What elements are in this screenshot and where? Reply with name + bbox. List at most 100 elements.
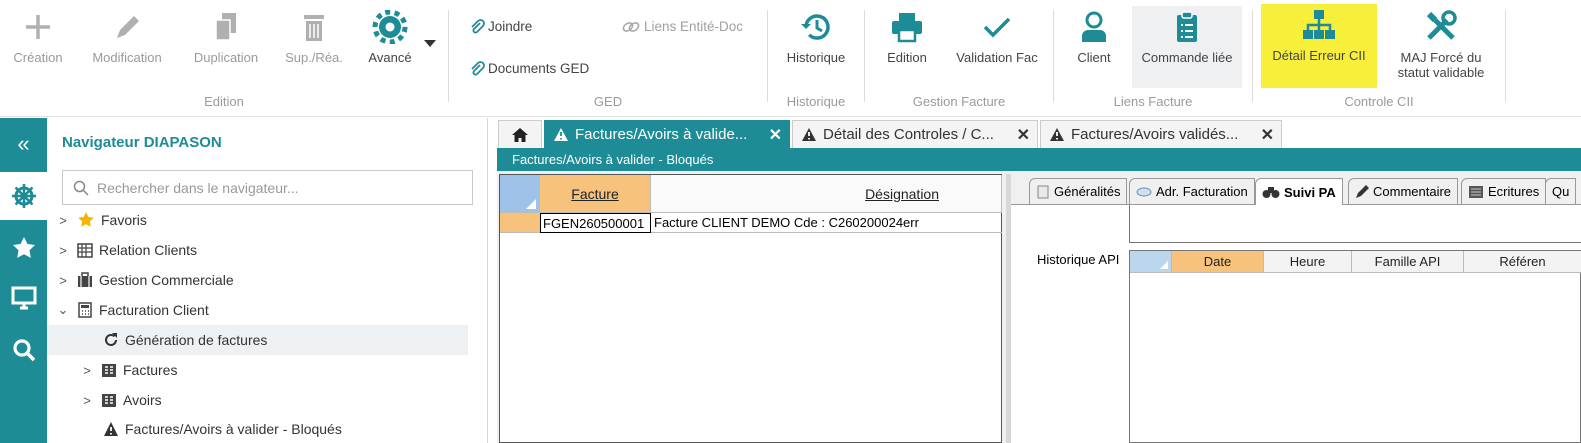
tree-item-generation-factures[interactable]: Génération de factures (103, 326, 267, 354)
tab-adr-facturation[interactable]: Adr. Facturation (1129, 178, 1255, 204)
ged-group-label: GED (593, 94, 623, 109)
pen-icon (1356, 184, 1369, 198)
liens-facture-group: Client Commande liée Liens Facture (1054, 0, 1252, 117)
maj-force-button[interactable]: MAJ Forcé du statut validable (1385, 6, 1497, 86)
chevron-down-icon[interactable] (424, 40, 436, 47)
chevron-right-icon[interactable]: > (55, 273, 71, 288)
client-button[interactable]: Client (1064, 6, 1124, 86)
liens-facture-group-label: Liens Facture (1113, 94, 1193, 109)
home-icon (512, 127, 528, 142)
column-header-famille-api[interactable]: Famille API (1352, 251, 1464, 273)
tree-item-factures[interactable]: > Factures (79, 356, 177, 384)
close-icon[interactable]: ✕ (1261, 125, 1274, 145)
favorites-tab[interactable] (0, 224, 47, 272)
invoice-icon (102, 394, 116, 407)
tab-ecritures[interactable]: Ecritures (1461, 178, 1547, 204)
chevron-right-icon[interactable]: > (79, 363, 95, 378)
detail-textarea[interactable] (1129, 205, 1581, 243)
binoculars-icon (1262, 187, 1280, 198)
printer-icon (892, 13, 922, 43)
controle-cii-group-label: Controle CII (1344, 94, 1414, 109)
page-title: Factures/Avoirs à valider - Bloqués (497, 148, 1581, 171)
detail-pane: Généralités Adr. Facturation Suivi PA Co… (1011, 171, 1581, 443)
tab-commentaire[interactable]: Commentaire (1348, 178, 1459, 204)
tab-factures-valides[interactable]: Factures/Avoirs validés... ✕ (1040, 120, 1282, 148)
history-icon (801, 14, 830, 40)
close-icon[interactable]: ✕ (769, 125, 782, 145)
navigator-title: Navigateur DIAPASON (62, 134, 222, 151)
validation-fac-button[interactable]: Validation Fac (947, 6, 1047, 86)
search-input[interactable]: Rechercher dans le navigateur... (62, 170, 473, 205)
duplicate-icon (215, 13, 236, 41)
edition-print-button[interactable]: Edition (875, 6, 939, 86)
cell-designation[interactable]: Facture CLIENT DEMO Cde : C260200024err (651, 213, 1002, 233)
tree-item-favoris[interactable]: > Favoris (55, 206, 147, 234)
left-icon-bar: « (0, 118, 47, 443)
tree-item-avoirs[interactable]: > Avoirs (79, 386, 161, 414)
column-header-designation[interactable]: Désignation (651, 175, 1002, 213)
gestion-facture-group-label: Gestion Facture (912, 94, 1006, 109)
search-tab[interactable] (0, 326, 47, 374)
grid-corner[interactable] (500, 175, 540, 213)
calculator-icon (78, 302, 92, 318)
warning-icon (554, 128, 568, 141)
controle-cii-group: Détail Erreur CII MAJ Forcé du statut va… (1253, 0, 1505, 117)
detail-tabs: Généralités Adr. Facturation Suivi PA Co… (1011, 171, 1581, 205)
hierarchy-icon (1303, 10, 1335, 39)
tab-generalites[interactable]: Généralités (1029, 178, 1128, 204)
tree-item-factures-bloques[interactable]: Factures/Avoirs à valider - Bloqués (103, 415, 342, 443)
monitor-icon (11, 286, 36, 310)
suppression-button[interactable]: Sup./Réa. (280, 6, 348, 86)
grid-corner[interactable] (1130, 251, 1172, 273)
tab-factures-a-valider[interactable]: Factures/Avoirs à valide... ✕ (544, 120, 790, 148)
tree-item-gestion-commerciale[interactable]: > Gestion Commerciale (55, 266, 233, 294)
avance-button[interactable]: Avancé (360, 6, 420, 86)
search-icon (73, 180, 89, 196)
pencil-icon (117, 16, 139, 38)
ged-group: Joindre Liens Entité-Doc Documents GED G… (449, 0, 767, 117)
screen-tab[interactable] (0, 274, 47, 322)
plus-icon (26, 15, 50, 39)
user-icon (1082, 11, 1106, 42)
chevron-down-icon[interactable]: ⌄ (55, 302, 71, 318)
briefcase-icon (78, 272, 92, 287)
chevron-right-icon[interactable]: > (55, 213, 71, 228)
tools-icon (1426, 10, 1457, 40)
cell-facture[interactable]: FGEN260500001 (540, 213, 651, 233)
creation-button[interactable]: Création (4, 6, 72, 86)
collapse-icon[interactable]: « (0, 120, 47, 168)
tab-suivi-pa[interactable]: Suivi PA (1255, 178, 1343, 205)
commande-liee-button[interactable]: Commande liée (1132, 6, 1242, 88)
document-tabs: Factures/Avoirs à valide... ✕ Détail des… (490, 118, 1581, 148)
historique-group: Historique Historique (768, 0, 864, 117)
joindre-link[interactable]: Joindre (469, 19, 532, 35)
column-header-date[interactable]: Date (1172, 251, 1264, 273)
row-header[interactable] (500, 213, 540, 233)
column-header-heure[interactable]: Heure (1264, 251, 1352, 273)
ribbon-toolbar: Création Modification Duplication Sup./R… (0, 0, 1581, 117)
duplication-button[interactable]: Duplication (184, 6, 268, 86)
select-all-icon (526, 199, 536, 209)
documents-ged-link[interactable]: Documents GED (469, 61, 589, 77)
column-header-facture[interactable]: Facture (540, 175, 651, 213)
tree-item-relation-clients[interactable]: > Relation Clients (55, 236, 197, 264)
modification-button[interactable]: Modification (82, 6, 172, 86)
edition-group-label: Edition (204, 94, 244, 109)
close-icon[interactable]: ✕ (1017, 125, 1030, 145)
select-all-icon (1160, 261, 1168, 269)
paperclip-icon (471, 61, 485, 76)
home-tab[interactable] (498, 120, 542, 148)
chevron-right-icon[interactable]: > (55, 243, 71, 258)
detail-erreur-cii-button[interactable]: Détail Erreur CII (1261, 4, 1377, 88)
tab-detail-controles[interactable]: Détail des Controles / C... ✕ (792, 120, 1038, 148)
column-header-reference[interactable]: Référen (1464, 251, 1581, 273)
chevron-right-icon[interactable]: > (79, 393, 95, 408)
tab-qu[interactable]: Qu (1545, 178, 1577, 204)
historique-button[interactable]: Historique (778, 6, 854, 86)
gestion-facture-group: Edition Validation Fac Gestion Facture (865, 0, 1053, 117)
refresh-icon (105, 333, 117, 346)
tree-item-facturation-client[interactable]: ⌄ Facturation Client (55, 296, 209, 324)
liens-entite-doc-link[interactable]: Liens Entité-Doc (621, 19, 743, 35)
navigator-tab[interactable] (0, 172, 47, 220)
warning-icon (104, 422, 118, 436)
